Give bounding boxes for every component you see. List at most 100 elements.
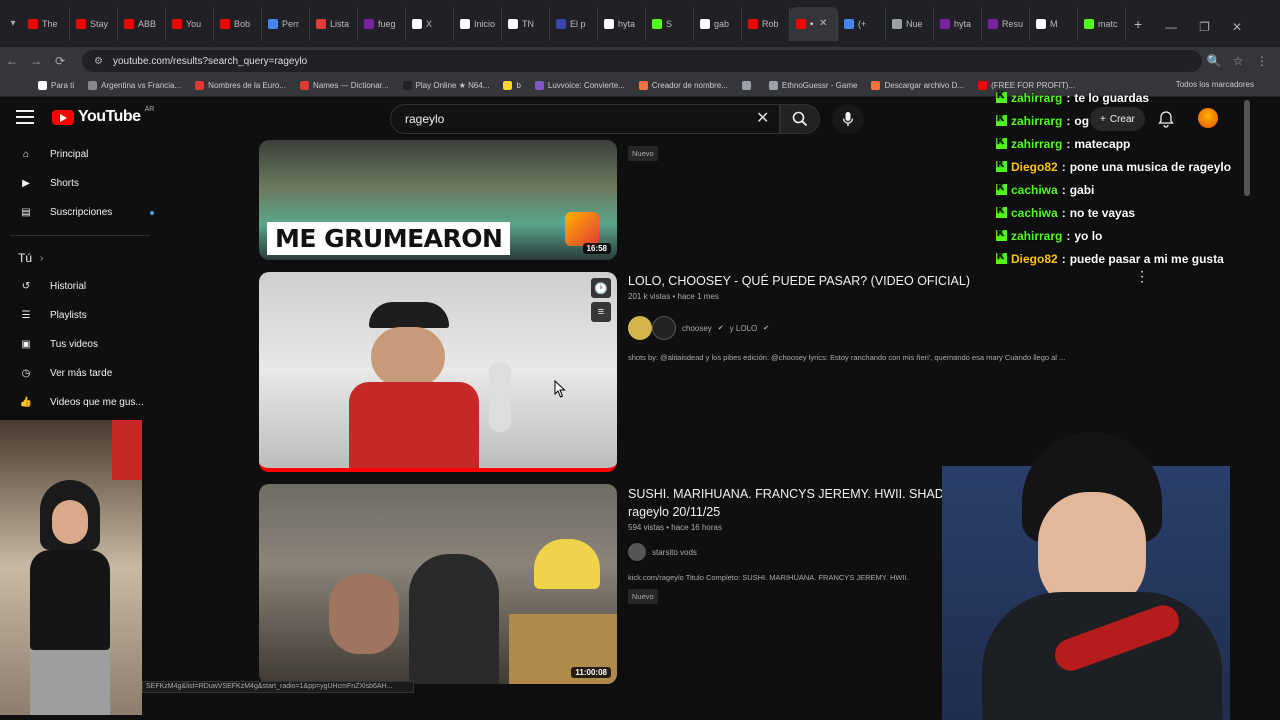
browser-menu-icon[interactable]: ⋮ <box>1250 54 1274 68</box>
back-icon[interactable]: ← <box>0 54 24 68</box>
bookmark-item[interactable]: Argentina vs Francia... <box>88 81 181 90</box>
browser-tab[interactable]: TN <box>502 6 550 41</box>
channel-avatar[interactable] <box>652 316 676 340</box>
browser-tab[interactable]: The <box>22 6 70 41</box>
voice-search-button[interactable] <box>832 104 864 134</box>
browser-tab[interactable]: Inicio <box>454 6 502 41</box>
tab-favicon-icon <box>28 18 38 29</box>
tab-favicon-icon <box>1036 18 1046 29</box>
browser-tab[interactable]: S <box>646 6 694 41</box>
bookmark-item[interactable]: Para ti <box>38 81 74 90</box>
bookmark-item[interactable]: Descargar archivo D... <box>871 81 964 90</box>
browser-tab[interactable]: hyta <box>598 6 646 41</box>
bookmark-item[interactable]: Nombres de la Euro... <box>195 81 286 90</box>
sidebar-item[interactable]: ↺ Historial <box>0 272 160 301</box>
video-thumbnail[interactable]: 🕐 ≡ <box>259 272 617 472</box>
browser-tab[interactable]: hyta <box>934 6 982 41</box>
watch-later-icon[interactable]: 🕐 <box>591 278 611 298</box>
sidebar-item[interactable]: ⌂ Principal <box>0 140 160 169</box>
bookmark-item[interactable]: Play Online ★ N64... <box>402 81 489 90</box>
bookmark-item[interactable]: b <box>503 81 521 90</box>
sidebar-item-label: Ver más tarde <box>50 368 113 379</box>
browser-tab[interactable]: Lista <box>310 6 358 41</box>
restore-icon[interactable]: ❐ <box>1199 20 1210 34</box>
page-scrollbar[interactable] <box>1244 100 1250 196</box>
sidebar-item[interactable]: ▶ Shorts <box>0 169 160 198</box>
sidebar-item-label: Shorts <box>50 178 79 189</box>
new-tab-button[interactable]: + <box>1134 16 1142 32</box>
video-duration: 11:00:08 <box>571 667 611 678</box>
more-options-icon[interactable]: ⋮ <box>1135 268 1149 285</box>
video-thumbnail[interactable]: 11:00:08 <box>259 484 617 684</box>
browser-tab[interactable]: fueg <box>358 6 406 41</box>
tab-search-icon[interactable]: ▾ <box>4 18 22 29</box>
sidebar-item[interactable]: ☰ Playlists <box>0 301 160 330</box>
channel-name-suffix[interactable]: y LOLO <box>730 324 758 333</box>
sidebar-you-heading[interactable]: Tú › <box>0 244 160 272</box>
sidebar-item[interactable]: ◷ Ver más tarde <box>0 359 160 388</box>
tab-title: gab <box>714 18 730 29</box>
search-input[interactable]: rageylo <box>390 104 780 134</box>
bookmark-item[interactable]: Luvvoice: Convierte... <box>534 81 625 90</box>
hamburger-menu-icon[interactable] <box>16 110 34 124</box>
site-info-icon[interactable]: ⚙ <box>94 56 103 67</box>
browser-tab[interactable]: Rob <box>742 6 790 41</box>
bookmark-item[interactable]: EthnoGuessr - Game <box>768 81 857 90</box>
bookmark-favicon-icon <box>741 81 751 90</box>
bookmark-label: Argentina vs Francia... <box>101 81 182 90</box>
browser-tab[interactable]: You <box>166 6 214 41</box>
browser-tab[interactable]: ABB <box>118 6 166 41</box>
channel-info[interactable]: starsito vods <box>628 543 697 561</box>
reload-icon[interactable]: ⟳ <box>48 54 72 68</box>
webcam-overlay-right <box>942 432 1280 720</box>
tab-favicon-icon <box>796 18 806 29</box>
browser-tab[interactable]: Bob <box>214 6 262 41</box>
video-title-line1[interactable]: SUSHI. MARIHUANA. FRANCYS JEREMY. HWII. … <box>628 487 954 501</box>
browser-tab[interactable]: Nue <box>886 6 934 41</box>
bookmark-item[interactable] <box>741 81 755 90</box>
bookmark-star-icon[interactable]: ☆ <box>1226 54 1250 68</box>
add-to-queue-icon[interactable]: ≡ <box>591 302 611 322</box>
url-field[interactable]: ⚙ youtube.com/results?search_query=ragey… <box>82 50 1202 72</box>
browser-tab[interactable]: gab <box>694 6 742 41</box>
tab-title: S <box>666 18 673 29</box>
sidebar-item[interactable]: 👍 Videos que me gus... <box>0 388 160 417</box>
browser-tab[interactable]: El p <box>550 6 598 41</box>
channel-name[interactable]: choosey <box>682 324 712 333</box>
zoom-icon[interactable]: 🔍 <box>1202 54 1226 68</box>
browser-tab[interactable]: M <box>1030 6 1078 41</box>
history-icon: ↺ <box>21 281 31 292</box>
chat-message: zahirrarg:og <box>996 109 1266 132</box>
search-button[interactable] <box>780 104 820 134</box>
browser-tab[interactable]: • ✕ <box>790 6 838 41</box>
video-title[interactable]: LOLO, CHOOSEY - QUÉ PUEDE PASAR? (VIDEO … <box>628 274 970 288</box>
channel-info[interactable]: choosey ✔ y LOLO ✔ <box>628 316 769 340</box>
forward-icon[interactable]: → <box>24 54 48 68</box>
chat-message: zahirrarg:te lo guardas <box>996 86 1266 109</box>
sidebar-item[interactable]: ▤ Suscripciones <box>0 198 160 227</box>
channel-avatar[interactable] <box>628 543 646 561</box>
video-thumbnail[interactable]: ME GRUMEARON 16:58 <box>259 140 617 260</box>
youtube-logo[interactable]: YouTube AR <box>52 106 154 126</box>
video-title-line2[interactable]: rageylo 20/11/25 <box>628 505 720 519</box>
clear-search-icon[interactable]: ✕ <box>756 108 769 128</box>
browser-tab[interactable]: matc <box>1078 6 1126 41</box>
bookmark-item[interactable]: Names — Dictionar... <box>299 81 389 90</box>
tab-title: Resu <box>1002 18 1024 29</box>
bookmark-item[interactable]: Creador de nombre... <box>638 81 728 90</box>
chevron-right-icon: › <box>40 252 44 264</box>
browser-tab[interactable]: Resu <box>982 6 1030 41</box>
chat-separator: : <box>1066 113 1071 128</box>
sidebar-item-label: Playlists <box>50 310 87 321</box>
video-meta: 594 vistas • hace 16 horas <box>628 523 722 532</box>
tab-close-icon[interactable]: ✕ <box>819 18 827 29</box>
browser-tab[interactable]: Stay <box>70 6 118 41</box>
close-window-icon[interactable]: ✕ <box>1232 20 1242 34</box>
minimize-icon[interactable]: — <box>1165 20 1177 34</box>
sidebar-item[interactable]: ▣ Tus videos <box>0 330 160 359</box>
browser-tab[interactable]: Perr <box>262 6 310 41</box>
browser-tab[interactable]: (+ <box>838 6 886 41</box>
channel-avatar[interactable] <box>628 316 652 340</box>
channel-name[interactable]: starsito vods <box>652 548 697 557</box>
browser-tab[interactable]: X <box>406 6 454 41</box>
